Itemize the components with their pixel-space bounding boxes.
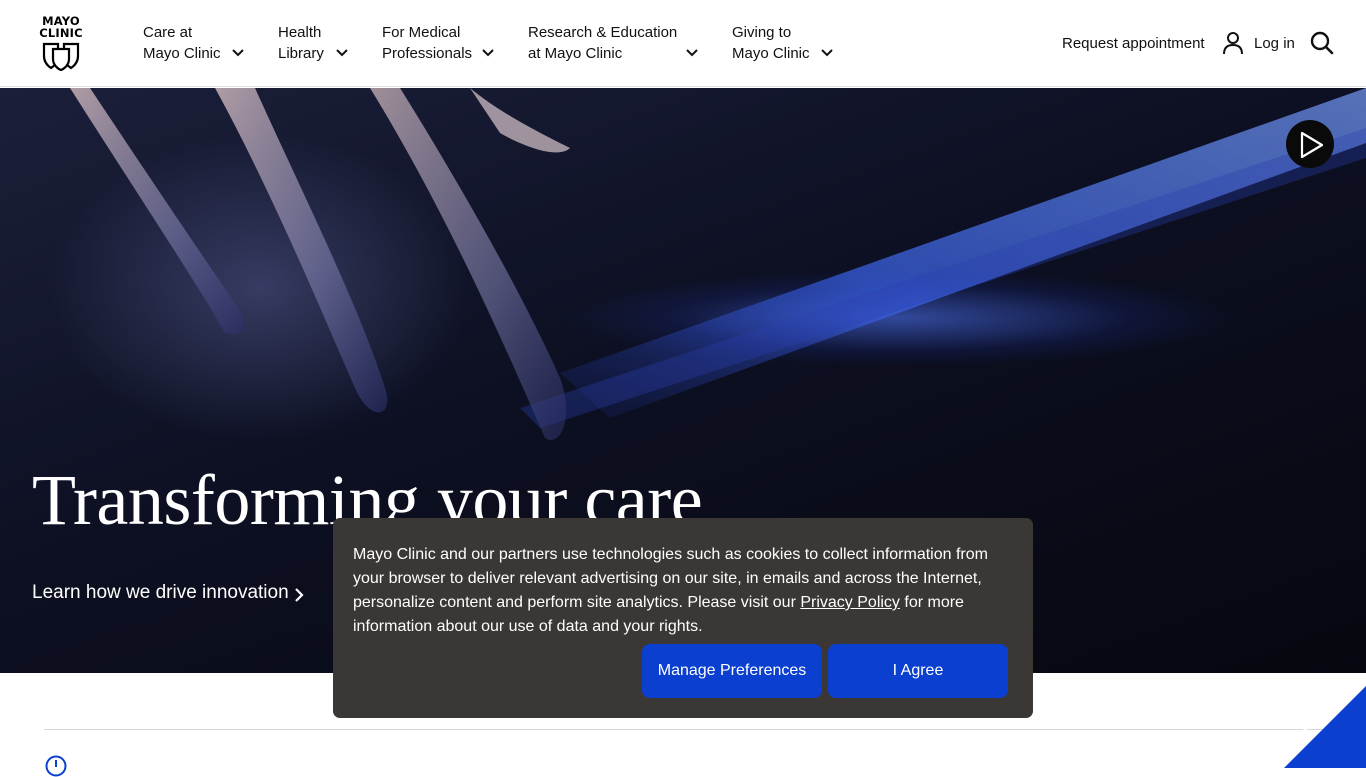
play-icon: [1300, 131, 1324, 159]
i-agree-button[interactable]: I Agree: [828, 644, 1008, 698]
manage-preferences-button[interactable]: Manage Preferences: [642, 644, 822, 698]
user-icon[interactable]: [1222, 31, 1244, 55]
privacy-policy-link[interactable]: Privacy Policy: [800, 594, 900, 611]
site-header: MAYO CLINIC Care at Mayo Clinic Health L…: [0, 0, 1366, 87]
chevron-right-icon[interactable]: [292, 587, 306, 603]
nav-research-education[interactable]: Research & Education at Mayo Clinic: [528, 22, 677, 64]
nav-label-line1: Research & Education: [528, 24, 678, 41]
nav-label-line1: For Medical: [382, 24, 461, 41]
nav-label-line1: Health: [278, 24, 322, 41]
nav-label-line2: Library: [278, 45, 324, 62]
request-appointment-link[interactable]: Request appointment: [1062, 34, 1205, 54]
chevron-down-icon[interactable]: [335, 46, 349, 60]
chevron-down-icon[interactable]: [685, 46, 699, 60]
section-divider: [44, 729, 1366, 730]
mayo-clinic-logo[interactable]: MAYO CLINIC: [36, 15, 86, 73]
nav-label-line2: Mayo Clinic: [732, 45, 810, 62]
play-video-button[interactable]: [1286, 120, 1334, 168]
cookie-message: Mayo Clinic and our partners use technol…: [353, 543, 1013, 639]
hero-innovation-link[interactable]: Learn how we drive innovation: [32, 581, 289, 605]
nav-label-line2: Professionals: [382, 45, 473, 62]
nav-label-line1: Care at: [143, 24, 193, 41]
login-link[interactable]: Log in: [1254, 34, 1295, 54]
nav-label-line2: Mayo Clinic: [143, 45, 221, 62]
nav-label-line1: Giving to: [732, 24, 792, 41]
chevron-down-icon[interactable]: [820, 46, 834, 60]
nav-label-line2: at Mayo Clinic: [528, 45, 623, 62]
nav-health-library[interactable]: Health Library: [278, 22, 324, 64]
info-icon: [45, 755, 67, 777]
nav-giving-to-mayo-clinic[interactable]: Giving to Mayo Clinic: [732, 22, 810, 64]
cookie-consent-banner: Mayo Clinic and our partners use technol…: [333, 518, 1033, 718]
nav-care-at-mayo-clinic[interactable]: Care at Mayo Clinic: [143, 22, 221, 64]
mayo-shield-icon: [42, 42, 80, 71]
nav-for-medical-professionals[interactable]: For Medical Professionals: [382, 22, 472, 64]
logo-text-line2: CLINIC: [39, 26, 83, 40]
search-icon[interactable]: [1309, 30, 1335, 56]
chevron-down-icon[interactable]: [481, 46, 495, 60]
chevron-down-icon[interactable]: [231, 46, 245, 60]
